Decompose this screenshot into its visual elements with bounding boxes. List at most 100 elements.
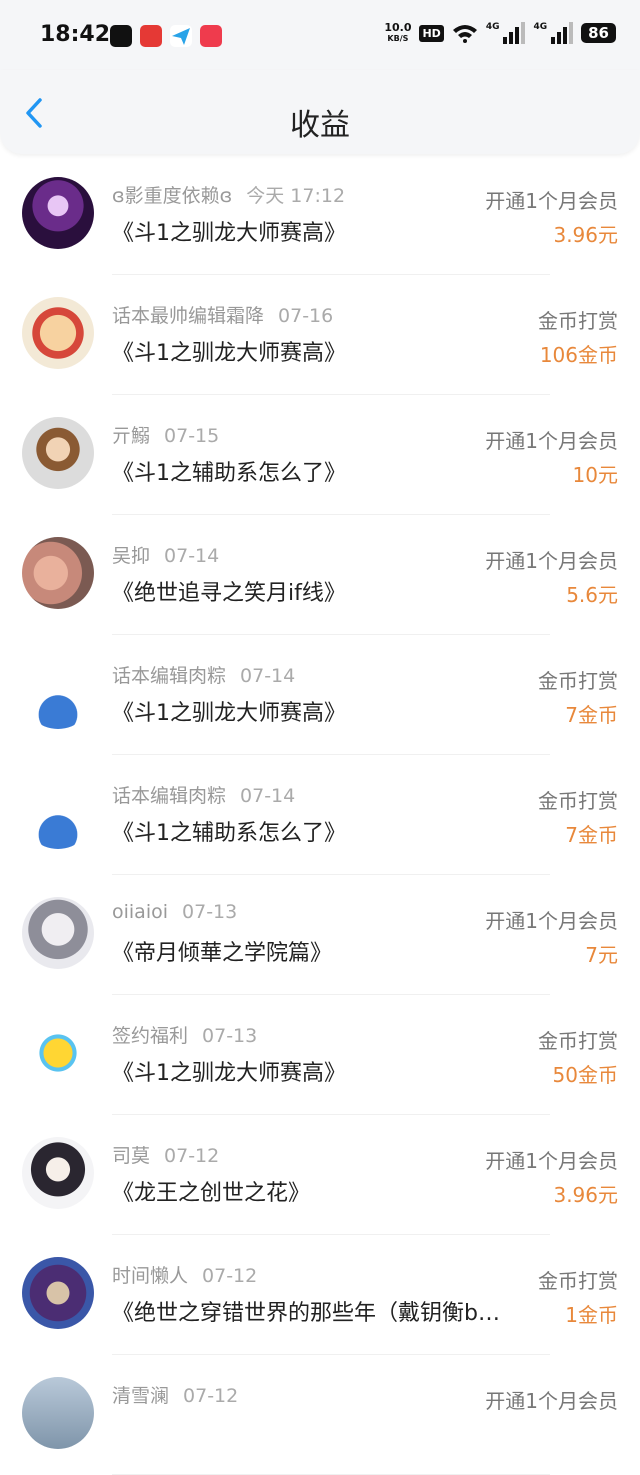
network-speed: 10.0 KB/S bbox=[384, 22, 411, 44]
status-bar: 18:42 10.0 KB/S HD 4G 4G 86 bbox=[0, 0, 640, 70]
row-meta: 话本最帅编辑霜降 07-16 bbox=[112, 301, 333, 328]
speed-value: 10.0 bbox=[384, 21, 412, 34]
row-meta: 吴抑 07-14 bbox=[112, 541, 219, 568]
row-date: 07-15 bbox=[164, 425, 220, 447]
heart-app-icon bbox=[140, 25, 162, 47]
row-meta: 时间懒人 07-12 bbox=[112, 1261, 257, 1288]
speed-unit: KB/S bbox=[387, 34, 409, 43]
user-name: 吴抑 bbox=[112, 545, 151, 567]
book-title: 《斗1之驯龙大师赛高》 bbox=[112, 341, 346, 366]
user-avatar[interactable] bbox=[22, 897, 94, 969]
paper-plane-icon bbox=[170, 25, 192, 47]
tiktok-icon bbox=[110, 25, 132, 47]
earning-row[interactable]: 签约福利 07-13 《斗1之驯龙大师赛高》 金币打赏 50金币 bbox=[0, 995, 640, 1115]
user-avatar[interactable] bbox=[22, 417, 94, 489]
red-book-app-icon bbox=[200, 25, 222, 47]
earning-type: 开通1个月会员 bbox=[485, 1389, 618, 1413]
user-avatar[interactable] bbox=[22, 1017, 94, 1089]
book-title: 《龙王之创世之花》 bbox=[112, 1181, 311, 1206]
notification-icons bbox=[110, 25, 222, 47]
user-name: 签约福利 bbox=[112, 1025, 189, 1047]
book-title: 《绝世追寻之笑月if线》 bbox=[112, 581, 346, 606]
user-name: 话本编辑肉粽 bbox=[112, 785, 227, 807]
user-name: 司莫 bbox=[112, 1145, 151, 1167]
user-avatar[interactable] bbox=[22, 1257, 94, 1329]
earning-type: 开通1个月会员 bbox=[485, 189, 618, 213]
earning-amount: 3.96元 bbox=[553, 223, 618, 247]
book-title: 《斗1之驯龙大师赛高》 bbox=[112, 221, 346, 246]
network-type-2: 4G bbox=[533, 22, 548, 32]
user-avatar[interactable] bbox=[22, 657, 94, 729]
row-meta: ɞ影重度依赖ɞ 今天 17:12 bbox=[112, 181, 345, 208]
earning-type: 开通1个月会员 bbox=[485, 909, 618, 933]
user-name: ɞ影重度依赖ɞ bbox=[112, 185, 233, 207]
book-title: 《斗1之驯龙大师赛高》 bbox=[112, 701, 346, 726]
earning-type: 开通1个月会员 bbox=[485, 549, 618, 573]
earning-type: 开通1个月会员 bbox=[485, 1149, 618, 1173]
row-meta: 司莫 07-12 bbox=[112, 1141, 219, 1168]
battery-level: 86 bbox=[581, 23, 616, 43]
earning-row[interactable]: 司莫 07-12 《龙王之创世之花》 开通1个月会员 3.96元 bbox=[0, 1115, 640, 1235]
earning-row[interactable]: 吴抑 07-14 《绝世追寻之笑月if线》 开通1个月会员 5.6元 bbox=[0, 515, 640, 635]
network-type-1: 4G bbox=[485, 22, 500, 32]
row-meta: oiiaioi 07-13 bbox=[112, 901, 237, 923]
app-header: 收益 bbox=[0, 70, 640, 154]
earning-amount: 5.6元 bbox=[566, 583, 618, 607]
user-name: 话本编辑肉粽 bbox=[112, 665, 227, 687]
user-avatar[interactable] bbox=[22, 177, 94, 249]
earning-amount: 10元 bbox=[572, 463, 618, 487]
earning-row[interactable]: 亓鰯 07-15 《斗1之辅助系怎么了》 开通1个月会员 10元 bbox=[0, 395, 640, 515]
user-name: 时间懒人 bbox=[112, 1265, 189, 1287]
row-meta: 亓鰯 07-15 bbox=[112, 421, 219, 448]
signal-icon-1: 4G bbox=[486, 22, 526, 44]
status-right: 10.0 KB/S HD 4G 4G 86 bbox=[384, 22, 616, 44]
earning-row[interactable]: ɞ影重度依赖ɞ 今天 17:12 《斗1之驯龙大师赛高》 开通1个月会员 3.96… bbox=[0, 155, 640, 275]
earning-amount: 7金币 bbox=[565, 823, 618, 847]
row-date: 07-14 bbox=[164, 545, 220, 567]
book-title: 《斗1之辅助系怎么了》 bbox=[112, 461, 346, 486]
row-date: 07-12 bbox=[164, 1145, 220, 1167]
book-title: 《绝世之穿错世界的那些年（戴钥衡b… bbox=[112, 1301, 500, 1326]
earning-amount: 50金币 bbox=[552, 1063, 618, 1087]
row-date: 今天 17:12 bbox=[246, 185, 346, 207]
user-name: oiiaioi bbox=[112, 901, 169, 923]
earning-row[interactable]: 话本编辑肉粽 07-14 《斗1之驯龙大师赛高》 金币打赏 7金币 bbox=[0, 635, 640, 755]
earning-type: 金币打赏 bbox=[538, 309, 618, 333]
earnings-list: ɞ影重度依赖ɞ 今天 17:12 《斗1之驯龙大师赛高》 开通1个月会员 3.96… bbox=[0, 155, 640, 1475]
user-avatar[interactable] bbox=[22, 537, 94, 609]
earning-type: 金币打赏 bbox=[538, 789, 618, 813]
earning-amount: 3.96元 bbox=[553, 1183, 618, 1207]
row-meta: 清雪澜 07-12 bbox=[112, 1381, 238, 1408]
earning-row[interactable]: 话本编辑肉粽 07-14 《斗1之辅助系怎么了》 金币打赏 7金币 bbox=[0, 755, 640, 875]
row-meta: 签约福利 07-13 bbox=[112, 1021, 257, 1048]
earning-row[interactable]: 清雪澜 07-12 开通1个月会员 bbox=[0, 1355, 640, 1475]
earning-type: 金币打赏 bbox=[538, 1029, 618, 1053]
hd-badge: HD bbox=[419, 24, 444, 42]
earning-type: 开通1个月会员 bbox=[485, 429, 618, 453]
user-avatar[interactable] bbox=[22, 297, 94, 369]
earning-row[interactable]: 话本最帅编辑霜降 07-16 《斗1之驯龙大师赛高》 金币打赏 106金币 bbox=[0, 275, 640, 395]
book-title: 《帝月倾華之学院篇》 bbox=[112, 941, 333, 966]
user-avatar[interactable] bbox=[22, 1137, 94, 1209]
user-avatar[interactable] bbox=[22, 777, 94, 849]
row-date: 07-16 bbox=[278, 305, 334, 327]
row-date: 07-13 bbox=[182, 901, 238, 923]
row-date: 07-13 bbox=[202, 1025, 258, 1047]
earning-row[interactable]: oiiaioi 07-13 《帝月倾華之学院篇》 开通1个月会员 7元 bbox=[0, 875, 640, 995]
wifi-icon bbox=[452, 25, 477, 43]
book-title: 《斗1之辅助系怎么了》 bbox=[112, 821, 346, 846]
signal-icon-2: 4G bbox=[533, 22, 574, 44]
user-name: 话本最帅编辑霜降 bbox=[112, 305, 265, 327]
user-avatar[interactable] bbox=[22, 1377, 94, 1449]
status-time: 18:42 bbox=[40, 22, 111, 47]
row-meta: 话本编辑肉粽 07-14 bbox=[112, 781, 295, 808]
row-meta: 话本编辑肉粽 07-14 bbox=[112, 661, 295, 688]
earning-type: 金币打赏 bbox=[538, 669, 618, 693]
user-name: 清雪澜 bbox=[112, 1385, 170, 1407]
page-title: 收益 bbox=[290, 108, 350, 143]
earning-row[interactable]: 时间懒人 07-12 《绝世之穿错世界的那些年（戴钥衡b… 金币打赏 1金币 bbox=[0, 1235, 640, 1355]
earning-amount: 1金币 bbox=[565, 1303, 618, 1327]
row-date: 07-12 bbox=[202, 1265, 258, 1287]
row-date: 07-14 bbox=[240, 665, 296, 687]
row-date: 07-12 bbox=[183, 1385, 239, 1407]
